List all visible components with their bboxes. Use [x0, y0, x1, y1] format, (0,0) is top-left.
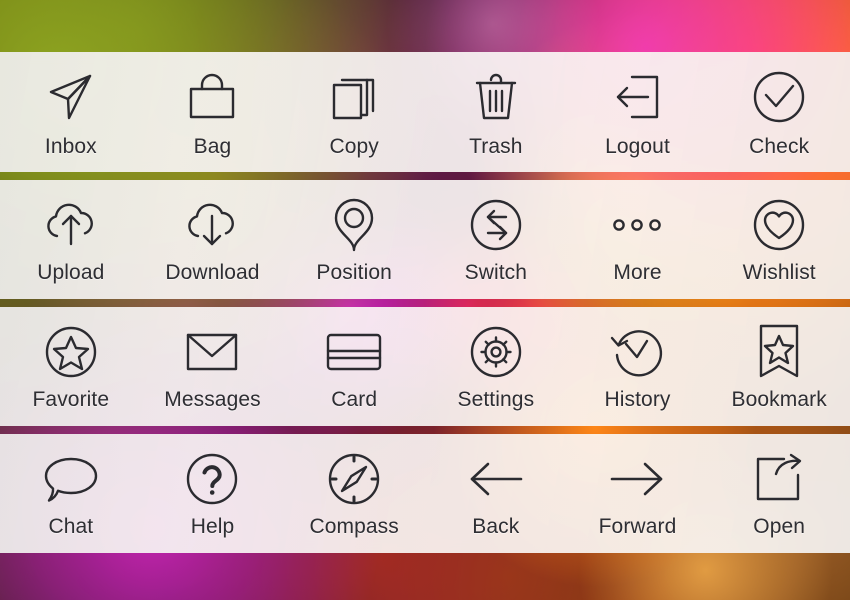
- switch-arrows-circle-icon[interactable]: [465, 194, 527, 256]
- icon-label: More: [613, 261, 662, 285]
- logout-arrow-icon[interactable]: [606, 66, 668, 128]
- icon-label: Back: [472, 515, 520, 539]
- icon-band-3: Favorite Messages Card Settings History …: [0, 307, 850, 426]
- icon-band-2: Upload Download Position Switch More Wis…: [0, 180, 850, 299]
- paper-plane-icon[interactable]: [40, 66, 102, 128]
- open-external-icon[interactable]: [748, 448, 810, 510]
- icon-label: Favorite: [32, 388, 110, 412]
- icon-cell-trash[interactable]: Trash: [425, 52, 567, 172]
- icon-cell-back[interactable]: Back: [425, 434, 567, 553]
- clock-rewind-icon[interactable]: [606, 321, 668, 383]
- icon-label: Logout: [605, 134, 670, 158]
- icon-cell-more[interactable]: More: [567, 180, 709, 299]
- icon-cell-card[interactable]: Card: [283, 307, 425, 426]
- icon-band-4: Chat Help Compass Back Forward Open: [0, 434, 850, 553]
- icon-cell-open[interactable]: Open: [708, 434, 850, 553]
- icon-label: Position: [316, 261, 392, 285]
- icon-label: Switch: [464, 261, 528, 285]
- icon-cell-forward[interactable]: Forward: [567, 434, 709, 553]
- question-circle-icon[interactable]: [181, 448, 243, 510]
- icon-label: Wishlist: [742, 261, 816, 285]
- icon-label: Compass: [309, 515, 399, 539]
- speech-bubble-icon[interactable]: [40, 448, 102, 510]
- cloud-download-icon[interactable]: [181, 194, 243, 256]
- icon-label: Bookmark: [731, 388, 827, 412]
- icon-label: Trash: [469, 134, 523, 158]
- credit-card-icon[interactable]: [323, 321, 385, 383]
- icon-cell-bag[interactable]: Bag: [142, 52, 284, 172]
- shopping-bag-icon[interactable]: [181, 66, 243, 128]
- copy-pages-icon[interactable]: [323, 66, 385, 128]
- icon-cell-help[interactable]: Help: [142, 434, 284, 553]
- gear-circle-icon[interactable]: [465, 321, 527, 383]
- icon-label: History: [604, 388, 671, 412]
- bookmark-star-icon[interactable]: [748, 321, 810, 383]
- icon-cell-compass[interactable]: Compass: [283, 434, 425, 553]
- icon-label: Help: [190, 515, 235, 539]
- arrow-right-icon[interactable]: [606, 448, 668, 510]
- icon-cell-chat[interactable]: Chat: [0, 434, 142, 553]
- cloud-upload-icon[interactable]: [40, 194, 102, 256]
- icon-label: Messages: [164, 388, 261, 412]
- icon-cell-bookmark[interactable]: Bookmark: [708, 307, 850, 426]
- more-dots-icon[interactable]: [606, 194, 668, 256]
- trash-can-icon[interactable]: [465, 66, 527, 128]
- icon-label: Settings: [457, 388, 535, 412]
- icon-cell-messages[interactable]: Messages: [142, 307, 284, 426]
- star-circle-icon[interactable]: [40, 321, 102, 383]
- icon-label: Open: [753, 515, 806, 539]
- icon-cell-logout[interactable]: Logout: [567, 52, 709, 172]
- arrow-left-icon[interactable]: [465, 448, 527, 510]
- icon-cell-settings[interactable]: Settings: [425, 307, 567, 426]
- icon-cell-check[interactable]: Check: [708, 52, 850, 172]
- icon-band-1: Inbox Bag Copy Trash Logout Check: [0, 52, 850, 172]
- icon-label: Copy: [329, 134, 379, 158]
- envelope-icon[interactable]: [181, 321, 243, 383]
- heart-circle-icon[interactable]: [748, 194, 810, 256]
- icon-label: Card: [331, 388, 378, 412]
- map-pin-icon[interactable]: [323, 194, 385, 256]
- icon-cell-switch[interactable]: Switch: [425, 180, 567, 299]
- check-circle-icon[interactable]: [748, 66, 810, 128]
- icon-set-screenshot: Inbox Bag Copy Trash Logout Check Upload…: [0, 0, 850, 600]
- icon-cell-wishlist[interactable]: Wishlist: [708, 180, 850, 299]
- icon-cell-history[interactable]: History: [567, 307, 709, 426]
- icon-cell-inbox[interactable]: Inbox: [0, 52, 142, 172]
- icon-label: Bag: [193, 134, 232, 158]
- icon-cell-copy[interactable]: Copy: [283, 52, 425, 172]
- icon-cell-position[interactable]: Position: [283, 180, 425, 299]
- icon-cell-download[interactable]: Download: [142, 180, 284, 299]
- icon-label: Inbox: [44, 134, 97, 158]
- icon-label: Check: [749, 134, 810, 158]
- compass-icon[interactable]: [323, 448, 385, 510]
- icon-cell-favorite[interactable]: Favorite: [0, 307, 142, 426]
- icon-label: Chat: [48, 515, 94, 539]
- icon-cell-upload[interactable]: Upload: [0, 180, 142, 299]
- icon-label: Download: [165, 261, 260, 285]
- icon-label: Upload: [37, 261, 105, 285]
- icon-label: Forward: [598, 515, 677, 539]
